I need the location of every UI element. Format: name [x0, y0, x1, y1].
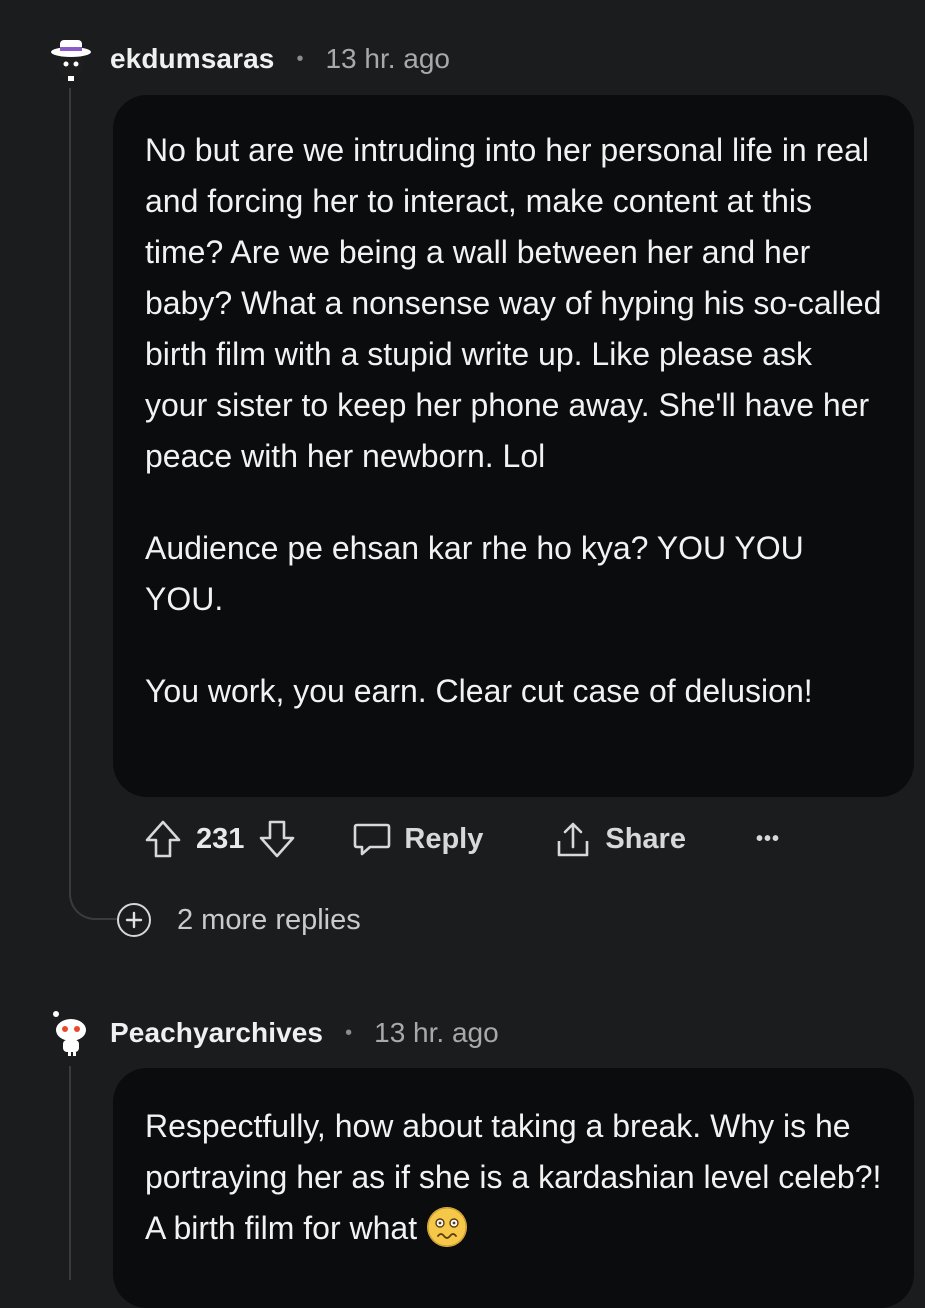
comment-paragraph: Audience pe ehsan kar rhe ho kya? YOU YO… [145, 530, 804, 617]
avatar[interactable] [48, 1010, 94, 1056]
username[interactable]: Peachyarchives [110, 1017, 323, 1049]
reply-label: Reply [404, 822, 484, 855]
comment-body: Respectfully, how about taking a break. … [113, 1068, 914, 1308]
plus-circle-icon [117, 903, 151, 937]
reply-button[interactable]: Reply [352, 819, 483, 859]
comment-paragraph: You work, you earn. Clear cut case of de… [145, 673, 813, 709]
comment-body: No but are we intruding into her persona… [113, 95, 914, 797]
username[interactable]: ekdumsaras [110, 43, 274, 75]
upvote-button[interactable] [144, 819, 182, 859]
thread-elbow [69, 860, 121, 920]
downvote-arrow-icon [260, 820, 295, 858]
more-options-button[interactable]: ••• [756, 828, 780, 851]
more-replies-link[interactable]: 2 more replies [117, 903, 361, 937]
share-label: Share [605, 822, 686, 855]
thread-line[interactable] [69, 1066, 71, 1280]
comment-header: Peachyarchives • 13 hr. ago [48, 1010, 499, 1056]
timestamp: 13 hr. ago [374, 1017, 499, 1048]
separator-dot: • [296, 47, 304, 70]
downvote-button[interactable] [258, 819, 296, 859]
share-upload-icon [558, 822, 589, 857]
comment-paragraph: Respectfully, how about taking a break. … [145, 1101, 882, 1254]
avatar[interactable] [48, 36, 94, 82]
snoo-avatar-icon [53, 1011, 86, 1056]
ellipsis-icon: ••• [755, 827, 780, 850]
speech-bubble-icon [354, 823, 391, 856]
comment-paragraph: No but are we intruding into her persona… [145, 132, 882, 474]
share-button[interactable]: Share [553, 819, 686, 859]
comment-actions: 231 Reply Share ••• [144, 814, 780, 864]
separator-dot: • [345, 1021, 353, 1044]
comment-header: ekdumsaras • 13 hr. ago [48, 36, 450, 82]
more-replies-label: 2 more replies [177, 903, 361, 936]
comment-text: Respectfully, how about taking a break. … [145, 1108, 882, 1246]
woozy-face-emoji-icon [427, 1207, 468, 1247]
timestamp: 13 hr. ago [325, 43, 451, 74]
thread-line[interactable] [69, 88, 71, 888]
snoo-avatar-icon [51, 40, 91, 81]
vote-count: 231 [196, 822, 245, 855]
upvote-arrow-icon [145, 820, 181, 858]
